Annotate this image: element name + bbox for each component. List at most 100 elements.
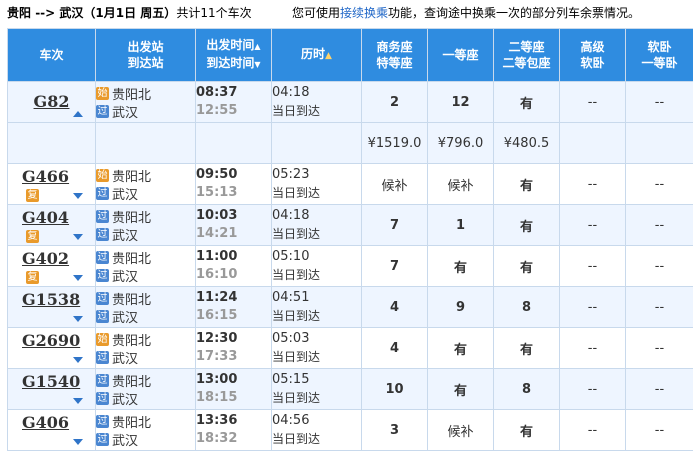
price-spacer (559, 122, 626, 164)
chevron-down-icon[interactable] (73, 398, 83, 404)
sort-down-icon[interactable]: ▼ (254, 60, 260, 69)
chevron-down-icon[interactable] (73, 234, 83, 240)
chevron-down-icon[interactable] (73, 357, 83, 363)
second-class-seat[interactable]: 8 (493, 286, 560, 328)
arrival-time: 14:21 (196, 226, 238, 241)
second-class-seat[interactable]: 8 (493, 368, 560, 410)
first-class-seat[interactable]: 候补 (427, 409, 494, 451)
business-seat[interactable]: 2 (361, 81, 428, 123)
arrival-time: 16:10 (196, 267, 238, 282)
chevron-up-icon[interactable] (73, 111, 83, 117)
duration-value: 04:51 (272, 290, 310, 305)
train-number-link[interactable]: G2690 (22, 331, 80, 350)
tip-suffix: 功能，查询途中换乘一次的部分列车余票情况。 (388, 6, 641, 20)
stations-cell: 过贵阳北过武汉 (95, 245, 196, 287)
first-class-seat[interactable]: 1 (427, 204, 494, 246)
train-row: G406 过贵阳北过武汉 13:36 18:32 04:56 当日到达 3 候补有 -- -- (7, 409, 693, 451)
duration-cell: 05:10 当日到达 (271, 245, 362, 287)
business-seat[interactable]: 10 (361, 368, 428, 410)
business-seat[interactable]: 4 (361, 327, 428, 369)
train-number-link[interactable]: G82 (34, 92, 70, 111)
times-cell: 10:03 14:21 (195, 204, 272, 246)
second-class-price: ¥480.5 (493, 122, 560, 164)
route-arrow: --> (35, 6, 56, 20)
train-number-link[interactable]: G466 (22, 167, 69, 186)
soft-sleeper-seat: -- (559, 81, 626, 123)
business-seat[interactable]: 7 (361, 204, 428, 246)
train-number-cell: G1540 (7, 368, 96, 410)
duration-value: 04:56 (272, 413, 310, 428)
departure-time: 08:37 (196, 85, 238, 100)
train-number-link[interactable]: G404 (22, 208, 69, 227)
train-number-wrap: G402 (22, 249, 69, 268)
duration-cell: 04:18 当日到达 (271, 81, 362, 123)
stations-cell: 过贵阳北过武汉 (95, 368, 196, 410)
col-duration-label: 历时 (301, 47, 326, 61)
business-seat[interactable]: 候补 (361, 163, 428, 205)
col-train-no: 车次 (7, 28, 96, 82)
train-number-link[interactable]: G1538 (22, 290, 80, 309)
duration-cell: 04:56 当日到达 (271, 409, 362, 451)
col-duration[interactable]: 历时▲ (271, 28, 362, 82)
business-seat[interactable]: 4 (361, 286, 428, 328)
first-class-seat[interactable]: 有 (427, 327, 494, 369)
second-class-seat[interactable]: 有 (493, 409, 560, 451)
duration-sort-icon[interactable]: ▲ (325, 51, 332, 61)
business-seat[interactable]: 7 (361, 245, 428, 287)
train-number-cell: G404 复 (7, 204, 96, 246)
second-class-seat[interactable]: 有 (493, 204, 560, 246)
chevron-down-icon[interactable] (73, 316, 83, 322)
sort-up-icon[interactable]: ▲ (254, 42, 260, 51)
col-time-dep: 出发时间 (206, 38, 255, 52)
business-seat[interactable]: 3 (361, 409, 428, 451)
col-first: 一等座 (427, 28, 494, 82)
first-class-seat[interactable]: 有 (427, 245, 494, 287)
train-number-cell: G466 复 (7, 163, 96, 205)
train-number-cell: G406 (7, 409, 96, 451)
arrival-time: 15:13 (196, 185, 238, 200)
soft-sleeper-seat: -- (559, 368, 626, 410)
first-class-seat[interactable]: 候补 (427, 163, 494, 205)
second-class-seat[interactable]: 有 (493, 245, 560, 287)
soft-sleeper-seat: -- (559, 327, 626, 369)
soft-sleeper-seat: -- (559, 286, 626, 328)
col-business: 商务座 特等座 (361, 28, 428, 82)
chevron-down-icon[interactable] (73, 193, 83, 199)
transfer-link[interactable]: 接续换乘 (340, 6, 388, 20)
from-station: 贵阳北 (112, 292, 152, 308)
station-type-badge: 过 (96, 373, 109, 387)
arrival-time: 18:15 (196, 390, 238, 405)
times-cell: 11:24 16:15 (195, 286, 272, 328)
train-number-link[interactable]: G406 (22, 413, 69, 432)
arrival-day: 当日到达 (272, 350, 321, 364)
duration-value: 05:03 (272, 331, 310, 346)
second-class-seat[interactable]: 有 (493, 163, 560, 205)
chevron-down-icon[interactable] (73, 275, 83, 281)
duration-value: 05:15 (272, 372, 310, 387)
station-type-badge: 过 (96, 209, 109, 223)
first-class-seat[interactable]: 9 (427, 286, 494, 328)
stations-cell: 过贵阳北过武汉 (95, 204, 196, 246)
train-number-link[interactable]: G402 (22, 249, 69, 268)
second-class-seat[interactable]: 有 (493, 81, 560, 123)
stations-cell: 过贵阳北过武汉 (95, 286, 196, 328)
col-station-to: 到达站 (127, 56, 164, 70)
col-soft-1: 高级 (580, 40, 605, 54)
train-number-link[interactable]: G1540 (22, 372, 80, 391)
chevron-down-icon[interactable] (73, 439, 83, 445)
first-class-seat[interactable]: 有 (427, 368, 494, 410)
to-station: 武汉 (112, 187, 139, 203)
train-row: G404 复过贵阳北过武汉 10:03 14:21 04:18 当日到达 7 1 有 -- -- (7, 204, 693, 246)
train-number-wrap: G1540 (22, 372, 80, 391)
station-type-badge: 过 (96, 291, 109, 305)
first-class-seat[interactable]: 12 (427, 81, 494, 123)
col-times[interactable]: 出发时间▲ 到达时间▼ (195, 28, 272, 82)
arrival-time: 17:33 (196, 349, 238, 364)
arrival-time: 18:32 (196, 431, 238, 446)
train-row: G402 复过贵阳北过武汉 11:00 16:10 05:10 当日到达 7 有有 -- -- (7, 245, 693, 287)
arrival-day: 当日到达 (272, 104, 321, 118)
sleeper-seat: -- (625, 409, 693, 451)
second-class-seat[interactable]: 有 (493, 327, 560, 369)
station-type-badge: 过 (96, 186, 109, 200)
station-type-badge: 过 (96, 414, 109, 428)
